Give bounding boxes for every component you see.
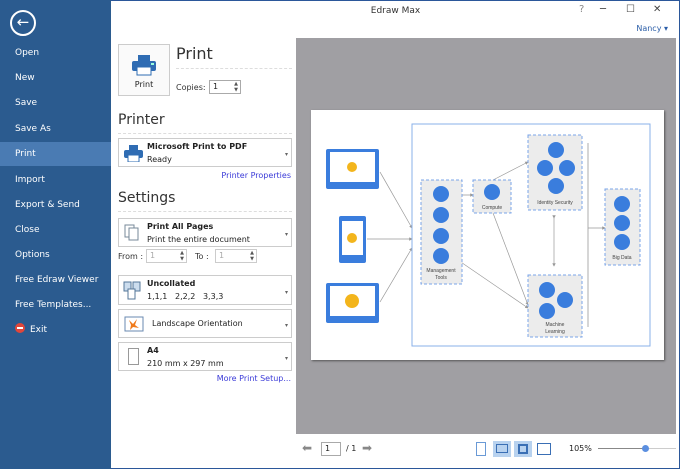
spinner-arrows[interactable]: ▲ ▼ [250, 250, 254, 262]
two-page-view-button[interactable] [493, 441, 511, 457]
from-input[interactable]: 1 ▲ ▼ [146, 249, 187, 263]
user-menu[interactable]: Nancy ▾ [636, 24, 668, 33]
copies-value: 1 [213, 82, 219, 91]
print-heading: Print [176, 44, 213, 63]
collation-title: Uncollated [147, 279, 196, 288]
identity-security-label: Identity Security [537, 200, 573, 206]
sidebar: ← Open New Save Save As Print Import Exp… [0, 0, 111, 469]
chevron-down-icon: ▾ [284, 288, 288, 296]
collation-select[interactable]: Uncollated 1,1,1 2,2,2 3,3,3 ▾ [118, 275, 292, 305]
paper-size-select[interactable]: A4 210 mm x 297 mm ▾ [118, 342, 292, 371]
from-value: 1 [150, 251, 156, 260]
sidebar-item-export[interactable]: Export & Send [0, 193, 111, 217]
page-range-select[interactable]: Print All Pages Print the entire documen… [118, 218, 292, 247]
page-total: / 1 [346, 444, 357, 453]
printer-icon [124, 145, 143, 162]
back-button[interactable]: ← [10, 10, 36, 36]
sidebar-item-options[interactable]: Options [0, 243, 111, 267]
fit-page-view-button[interactable] [514, 441, 532, 457]
sidebar-item-print[interactable]: Print [0, 142, 111, 166]
minimize-button[interactable]: ─ [600, 4, 606, 15]
machine-learning-label-2: Learning [545, 329, 565, 335]
settings-heading: Settings [118, 190, 176, 206]
sidebar-item-close[interactable]: Close [0, 218, 111, 242]
orientation-label: Landscape Orientation [152, 319, 243, 328]
orientation-select[interactable]: Landscape Orientation ▾ [118, 309, 292, 338]
machine-learning-label: Machine [546, 322, 565, 328]
fit-width-view-button[interactable] [535, 441, 553, 457]
sidebar-item-save-as[interactable]: Save As [0, 117, 111, 141]
zoom-slider[interactable] [598, 445, 676, 452]
divider [118, 133, 292, 134]
management-tools-label: Management [426, 268, 456, 274]
to-input[interactable]: 1 ▲ ▼ [215, 249, 257, 263]
paper-size-title: A4 [147, 346, 159, 355]
sidebar-item-save[interactable]: Save [0, 91, 111, 115]
zoom-slider-fill [598, 448, 645, 449]
sidebar-item-free-viewer[interactable]: Free Edraw Viewer [0, 268, 111, 292]
more-print-setup-link[interactable]: More Print Setup... [217, 374, 291, 383]
preview-footer: ⬅ 1 / 1 ➡ 105% [296, 434, 676, 468]
sidebar-item-new[interactable]: New [0, 66, 111, 90]
maximize-button[interactable]: ☐ [626, 4, 635, 15]
divider [118, 211, 292, 212]
preview-page: Management Tools Compute Identity Securi… [311, 110, 664, 360]
chevron-down-icon: ▾ [284, 231, 288, 239]
page-range-subtitle: Print the entire document [147, 235, 250, 244]
print-button-label: Print [134, 80, 154, 89]
diagram: Management Tools Compute Identity Securi… [326, 123, 651, 347]
window-title: Edraw Max [370, 6, 421, 16]
paper-icon [128, 348, 139, 365]
help-button[interactable]: ? [579, 4, 584, 15]
printer-select[interactable]: Microsoft Print to PDF Ready ▾ [118, 138, 292, 167]
divider [176, 68, 292, 69]
chevron-down-icon: ▾ [284, 151, 288, 159]
copies-input[interactable]: 1 ▲ ▼ [209, 80, 241, 94]
collate-icon [123, 281, 141, 300]
previous-page-button[interactable]: ⬅ [302, 441, 312, 455]
printer-status: Ready [147, 155, 172, 164]
printer-heading: Printer [118, 112, 165, 128]
exit-label: Exit [30, 325, 48, 335]
printer-properties-link[interactable]: Printer Properties [221, 171, 291, 180]
zoom-level: 105% [569, 444, 592, 453]
print-settings-panel: Print Print Copies: 1 ▲ ▼ Printer Microsof… [111, 38, 296, 468]
chevron-down-icon: ▾ [284, 355, 288, 363]
copies-label: Copies: [176, 83, 206, 92]
close-button[interactable]: ✕ [653, 4, 661, 15]
user-name: Nancy [636, 24, 662, 33]
single-page-view-button[interactable] [472, 441, 490, 457]
to-value: 1 [219, 251, 225, 260]
from-label: From : [118, 252, 144, 261]
page-number-input[interactable]: 1 [321, 442, 341, 456]
exit-icon [15, 323, 25, 333]
printer-name: Microsoft Print to PDF [147, 142, 248, 151]
landscape-icon [124, 316, 144, 332]
compute-label: Compute [482, 205, 503, 211]
page-number-value: 1 [325, 444, 331, 453]
to-label: To : [195, 252, 209, 261]
pages-icon [124, 224, 139, 241]
management-tools-label-2: Tools [435, 275, 447, 281]
paper-size-subtitle: 210 mm x 297 mm [147, 359, 224, 368]
sidebar-item-import[interactable]: Import [0, 168, 111, 192]
sidebar-item-open[interactable]: Open [0, 41, 111, 65]
big-data-label: Big Data [612, 255, 631, 261]
sidebar-item-free-templates[interactable]: Free Templates... [0, 293, 111, 317]
next-page-button[interactable]: ➡ [362, 441, 372, 455]
chevron-down-icon: ▾ [284, 322, 288, 330]
print-button[interactable]: Print [118, 44, 170, 96]
collation-subtitle: 1,1,1 2,2,2 3,3,3 [147, 292, 224, 301]
spinner-arrows[interactable]: ▲ ▼ [234, 81, 238, 93]
spinner-arrows[interactable]: ▲ ▼ [180, 250, 184, 262]
device-icons [326, 149, 379, 323]
sidebar-item-exit[interactable]: Exit [0, 318, 111, 342]
printer-icon [132, 55, 156, 76]
page-range-title: Print All Pages [147, 222, 214, 231]
zoom-slider-thumb[interactable] [641, 445, 649, 452]
